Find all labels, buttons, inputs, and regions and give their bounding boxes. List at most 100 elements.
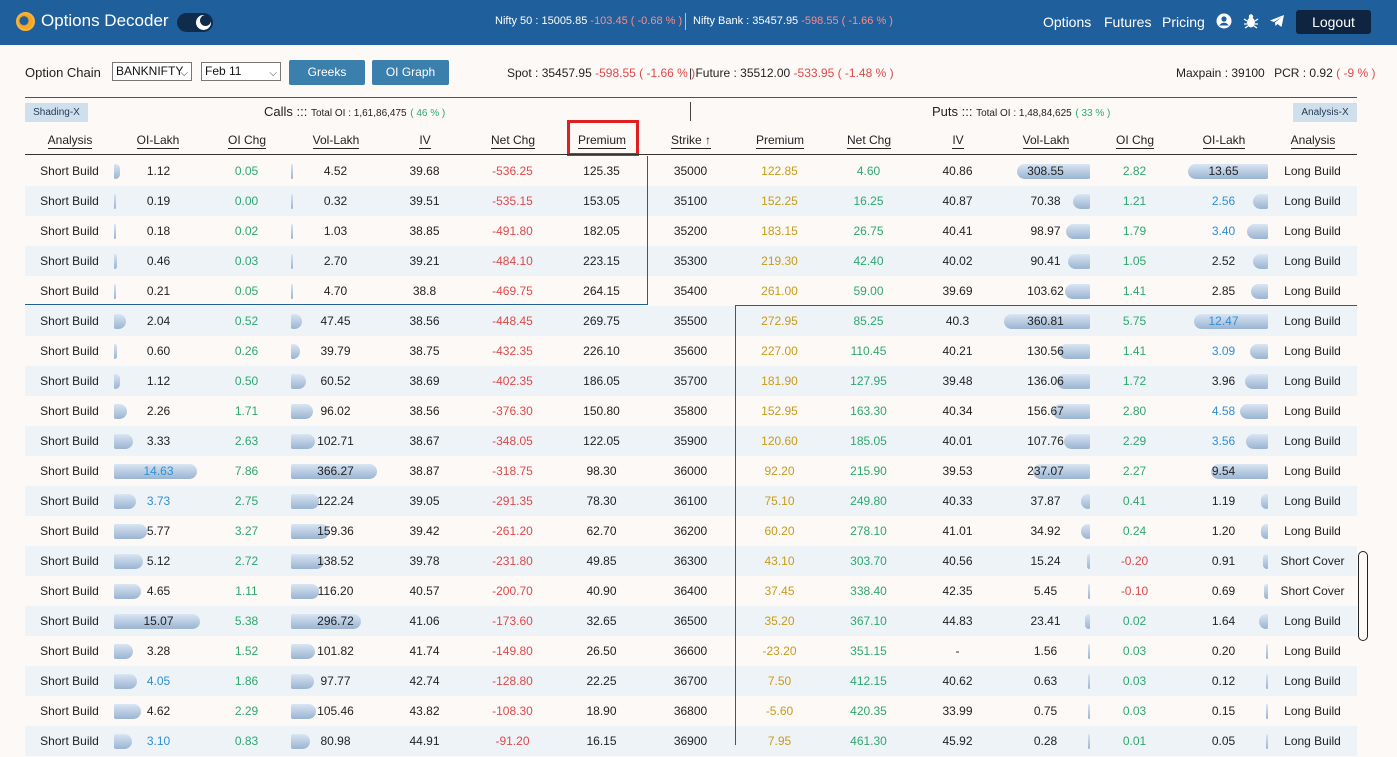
call-oi-cell: 4.65: [146, 584, 171, 598]
put-premium-cell: 60.20: [764, 524, 795, 538]
premium-highlight-box: [567, 120, 639, 156]
scrollbar-thumb[interactable]: [1358, 551, 1368, 641]
put-iv-cell: 40.86: [942, 164, 973, 178]
call-oichg-cell: 0.05: [234, 284, 259, 298]
put-iv-cell: 40.62: [942, 674, 973, 688]
table-row: Short Build 5.77 3.27 159.36 39.42 -261.20 62.…: [25, 516, 1357, 546]
nav-options[interactable]: Options: [1043, 14, 1091, 30]
call-vol-cell: 60.52: [320, 374, 351, 388]
put-netchg-cell: 42.40: [853, 254, 884, 268]
col-call-oichg[interactable]: OI Chg: [202, 133, 292, 149]
call-oichg-cell: 5.38: [234, 614, 259, 628]
oi-graph-button[interactable]: OI Graph: [372, 60, 449, 85]
put-vol-cell: 15.24: [1030, 554, 1061, 568]
strike-cell: 36000: [673, 464, 708, 478]
call-oi-cell: 0.21: [146, 284, 171, 298]
put-iv-cell: 41.01: [942, 524, 973, 538]
logout-button[interactable]: Logout: [1296, 10, 1371, 34]
strike-cell: 35600: [673, 344, 708, 358]
header-underline: [25, 154, 1357, 155]
put-vol-cell: 0.28: [1033, 734, 1058, 748]
col-call-iv[interactable]: IV: [380, 133, 470, 149]
telegram-icon[interactable]: [1269, 13, 1285, 29]
expiry-select[interactable]: Feb 11 ⌵: [201, 62, 281, 81]
bug-icon[interactable]: [1243, 13, 1259, 29]
call-netchg-cell: -432.35: [492, 344, 533, 358]
nav-pricing[interactable]: Pricing: [1162, 14, 1205, 30]
call-iv-cell: 38.69: [409, 374, 440, 388]
call-iv-cell: 39.78: [409, 554, 440, 568]
puts-pct: ( 33 % ): [1075, 108, 1111, 119]
call-vol-cell: 159.36: [317, 524, 354, 538]
call-analysis-cell: Short Build: [40, 254, 99, 268]
put-premium-cell: 152.25: [761, 194, 798, 208]
put-analysis-cell: Long Build: [1284, 704, 1341, 718]
strike-cell: 36200: [673, 524, 708, 538]
put-iv-cell: 40.34: [942, 404, 973, 418]
put-netchg-cell: 351.15: [850, 644, 887, 658]
col-put-oichg[interactable]: OI Chg: [1090, 133, 1180, 149]
nav-futures[interactable]: Futures: [1104, 14, 1151, 30]
put-premium-cell: 7.95: [767, 734, 792, 748]
table-row: Short Build 3.28 1.52 101.82 41.74 -149.80 26.…: [25, 636, 1357, 666]
call-analysis-cell: Short Build: [40, 434, 99, 448]
call-vol-cell: 4.52: [323, 164, 348, 178]
col-put-oi[interactable]: OI-Lakh: [1179, 133, 1269, 149]
call-vol-cell: 122.24: [317, 494, 354, 508]
call-premium-cell: 182.05: [583, 224, 620, 238]
call-oi-cell: 15.07: [143, 614, 174, 628]
put-oi-cell: 12.47: [1208, 314, 1239, 328]
strike-cell: 35400: [673, 284, 708, 298]
maxpain-info: Maxpain : 39100 PCR : 0.92 ( -9 % ): [1176, 66, 1375, 80]
put-vol-cell: 308.55: [1027, 164, 1064, 178]
greeks-button[interactable]: Greeks: [289, 60, 365, 85]
col-put-iv[interactable]: IV: [913, 133, 1003, 149]
user-icon[interactable]: [1216, 13, 1232, 29]
put-premium-cell: -5.60: [765, 704, 794, 718]
call-netchg-cell: -231.80: [492, 554, 533, 568]
col-put-netchg[interactable]: Net Chg: [824, 133, 914, 149]
call-netchg-cell: -402.35: [492, 374, 533, 388]
put-iv-cell: 44.83: [942, 614, 973, 628]
call-vol-cell: 39.79: [320, 344, 351, 358]
col-strike[interactable]: Strike ↑: [646, 133, 736, 149]
call-premium-cell: 40.90: [586, 584, 617, 598]
call-oi-cell: 0.60: [146, 344, 171, 358]
put-netchg-cell: 278.10: [850, 524, 887, 538]
calls-total-oi: Total OI : 1,61,86,475: [310, 108, 407, 119]
call-analysis-cell: Short Build: [40, 734, 99, 748]
put-netchg-cell: 163.30: [850, 404, 887, 418]
table-row: Short Build 1.12 0.05 4.52 39.68 -536.25 125.3…: [25, 156, 1357, 186]
symbol-select[interactable]: BANKNIFTY ⌵: [112, 62, 192, 81]
logo[interactable]: Options Decoder: [16, 11, 169, 31]
put-vol-cell: 107.76: [1027, 434, 1064, 448]
put-analysis-cell: Long Build: [1284, 644, 1341, 658]
put-vol-cell: 156.67: [1027, 404, 1064, 418]
col-put-analysis[interactable]: Analysis: [1268, 133, 1358, 149]
call-oi-cell: 4.05: [146, 674, 171, 688]
call-iv-cell: 41.06: [409, 614, 440, 628]
put-oi-cell: 3.40: [1211, 224, 1236, 238]
put-oi-cell: 2.85: [1211, 284, 1236, 298]
put-iv-cell: 39.48: [942, 374, 973, 388]
col-put-vol[interactable]: Vol-Lakh: [1001, 133, 1091, 149]
call-iv-cell: 39.51: [409, 194, 440, 208]
col-put-premium[interactable]: Premium: [735, 133, 825, 149]
put-premium-cell: 219.30: [761, 254, 798, 268]
put-premium-cell: 227.00: [761, 344, 798, 358]
col-call-vol[interactable]: Vol-Lakh: [291, 133, 381, 149]
put-premium-cell: -23.20: [762, 644, 797, 658]
theme-toggle[interactable]: [177, 13, 213, 32]
analysis-x-button[interactable]: Analysis-X: [1293, 103, 1357, 122]
call-oi-cell: 2.26: [146, 404, 171, 418]
call-iv-cell: 39.21: [409, 254, 440, 268]
chevron-down-icon: ⌵: [269, 68, 277, 79]
expiry-value: Feb 11: [205, 64, 242, 78]
col-call-analysis[interactable]: Analysis: [25, 133, 115, 149]
call-oi-cell: 0.46: [146, 254, 171, 268]
shading-x-button[interactable]: Shading-X: [25, 103, 88, 122]
col-call-netchg[interactable]: Net Chg: [468, 133, 558, 149]
strike-cell: 35100: [673, 194, 708, 208]
col-call-oi[interactable]: OI-Lakh: [113, 133, 203, 149]
put-netchg-cell: 303.70: [850, 554, 887, 568]
